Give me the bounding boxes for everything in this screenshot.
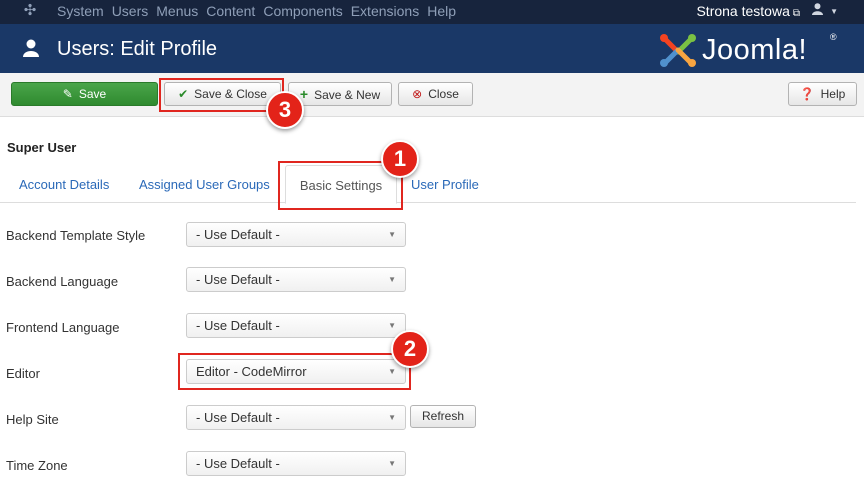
joomla-logo: Joomla! ® xyxy=(658,32,844,68)
dropdown-arrow-icon: ▼ xyxy=(388,275,396,284)
save-new-button-label: Save & New xyxy=(314,88,381,102)
help-site-select[interactable]: - Use Default - ▼ xyxy=(186,405,406,430)
toolbar: ✎ Save ✔ Save & Close + Save & New ⊗ Close ❓… xyxy=(0,73,864,117)
page-title: Users: Edit Profile xyxy=(57,38,218,60)
registered-mark: ® xyxy=(830,32,837,42)
step-badge-2: 2 xyxy=(391,330,429,368)
backend-template-style-select[interactable]: - Use Default - ▼ xyxy=(186,222,406,247)
time-zone-value: - Use Default - xyxy=(196,456,280,471)
time-zone-label: Time Zone xyxy=(6,458,68,473)
save-new-button[interactable]: + Save & New xyxy=(288,82,392,106)
tab-assigned-user-groups[interactable]: Assigned User Groups xyxy=(139,165,270,203)
backend-template-style-label: Backend Template Style xyxy=(6,228,146,243)
main-menu: System Users Menus Content Components Ex… xyxy=(57,0,464,24)
menu-menus[interactable]: Menus xyxy=(156,0,198,24)
highlight-editor-select xyxy=(178,353,411,390)
page-header: Users: Edit Profile Joomla! ® xyxy=(0,24,864,73)
backend-template-style-value: - Use Default - xyxy=(196,227,280,242)
menu-system[interactable]: System xyxy=(57,0,104,24)
external-link-icon: ⧉ xyxy=(792,8,800,19)
menu-help[interactable]: Help xyxy=(427,0,456,24)
help-site-label: Help Site xyxy=(6,412,59,427)
frontend-language-label: Frontend Language xyxy=(6,320,120,335)
frontend-language-select[interactable]: - Use Default - ▼ xyxy=(186,313,406,338)
close-button-label: Close xyxy=(428,87,459,101)
site-link-label: Strona testowa xyxy=(696,3,790,19)
menu-users[interactable]: Users xyxy=(112,0,149,24)
refresh-button[interactable]: Refresh xyxy=(410,405,476,428)
backend-language-value: - Use Default - xyxy=(196,272,280,287)
profile-tabs: Account Details Assigned User Groups Bas… xyxy=(0,165,856,204)
time-zone-select[interactable]: - Use Default - ▼ xyxy=(186,451,406,476)
user-name-heading: Super User xyxy=(7,140,77,155)
help-button-label: Help xyxy=(820,87,846,101)
backend-language-select[interactable]: - Use Default - ▼ xyxy=(186,267,406,292)
tab-user-profile[interactable]: User Profile xyxy=(411,165,479,203)
question-icon: ❓ xyxy=(799,87,815,101)
dropdown-arrow-icon: ▼ xyxy=(388,459,396,468)
step-badge-1: 1 xyxy=(381,140,419,178)
close-circle-icon: ⊗ xyxy=(412,87,423,101)
tab-account-details[interactable]: Account Details xyxy=(19,165,109,203)
user-menu[interactable]: ▼ xyxy=(811,3,838,18)
frontend-language-value: - Use Default - xyxy=(196,318,280,333)
save-button-label: Save xyxy=(78,87,107,101)
dropdown-arrow-icon: ▼ xyxy=(388,230,396,239)
menu-content[interactable]: Content xyxy=(206,0,255,24)
close-button[interactable]: ⊗ Close xyxy=(398,82,473,106)
menu-components[interactable]: Components xyxy=(263,0,342,24)
top-menu-bar: ✣ System Users Menus Content Components … xyxy=(0,0,864,24)
step-badge-3: 3 xyxy=(266,91,304,129)
site-link[interactable]: Strona testowa ⧉ xyxy=(696,0,800,25)
editor-label: Editor xyxy=(6,366,40,381)
dropdown-arrow-icon: ▼ xyxy=(388,413,396,422)
dropdown-arrow-icon: ▼ xyxy=(388,321,396,330)
joomla-logo-icon xyxy=(660,34,696,67)
help-site-value: - Use Default - xyxy=(196,410,280,425)
user-icon xyxy=(23,39,39,57)
backend-language-label: Backend Language xyxy=(6,274,119,289)
menu-extensions[interactable]: Extensions xyxy=(351,0,419,24)
joomla-menu-icon[interactable]: ✣ xyxy=(22,3,38,19)
user-icon xyxy=(811,3,826,18)
save-button[interactable]: ✎ Save xyxy=(11,82,158,106)
chevron-down-icon: ▼ xyxy=(830,7,838,17)
help-button[interactable]: ❓ Help xyxy=(788,82,857,106)
edit-icon: ✎ xyxy=(62,87,73,101)
joomla-wordmark: Joomla! xyxy=(702,34,808,66)
